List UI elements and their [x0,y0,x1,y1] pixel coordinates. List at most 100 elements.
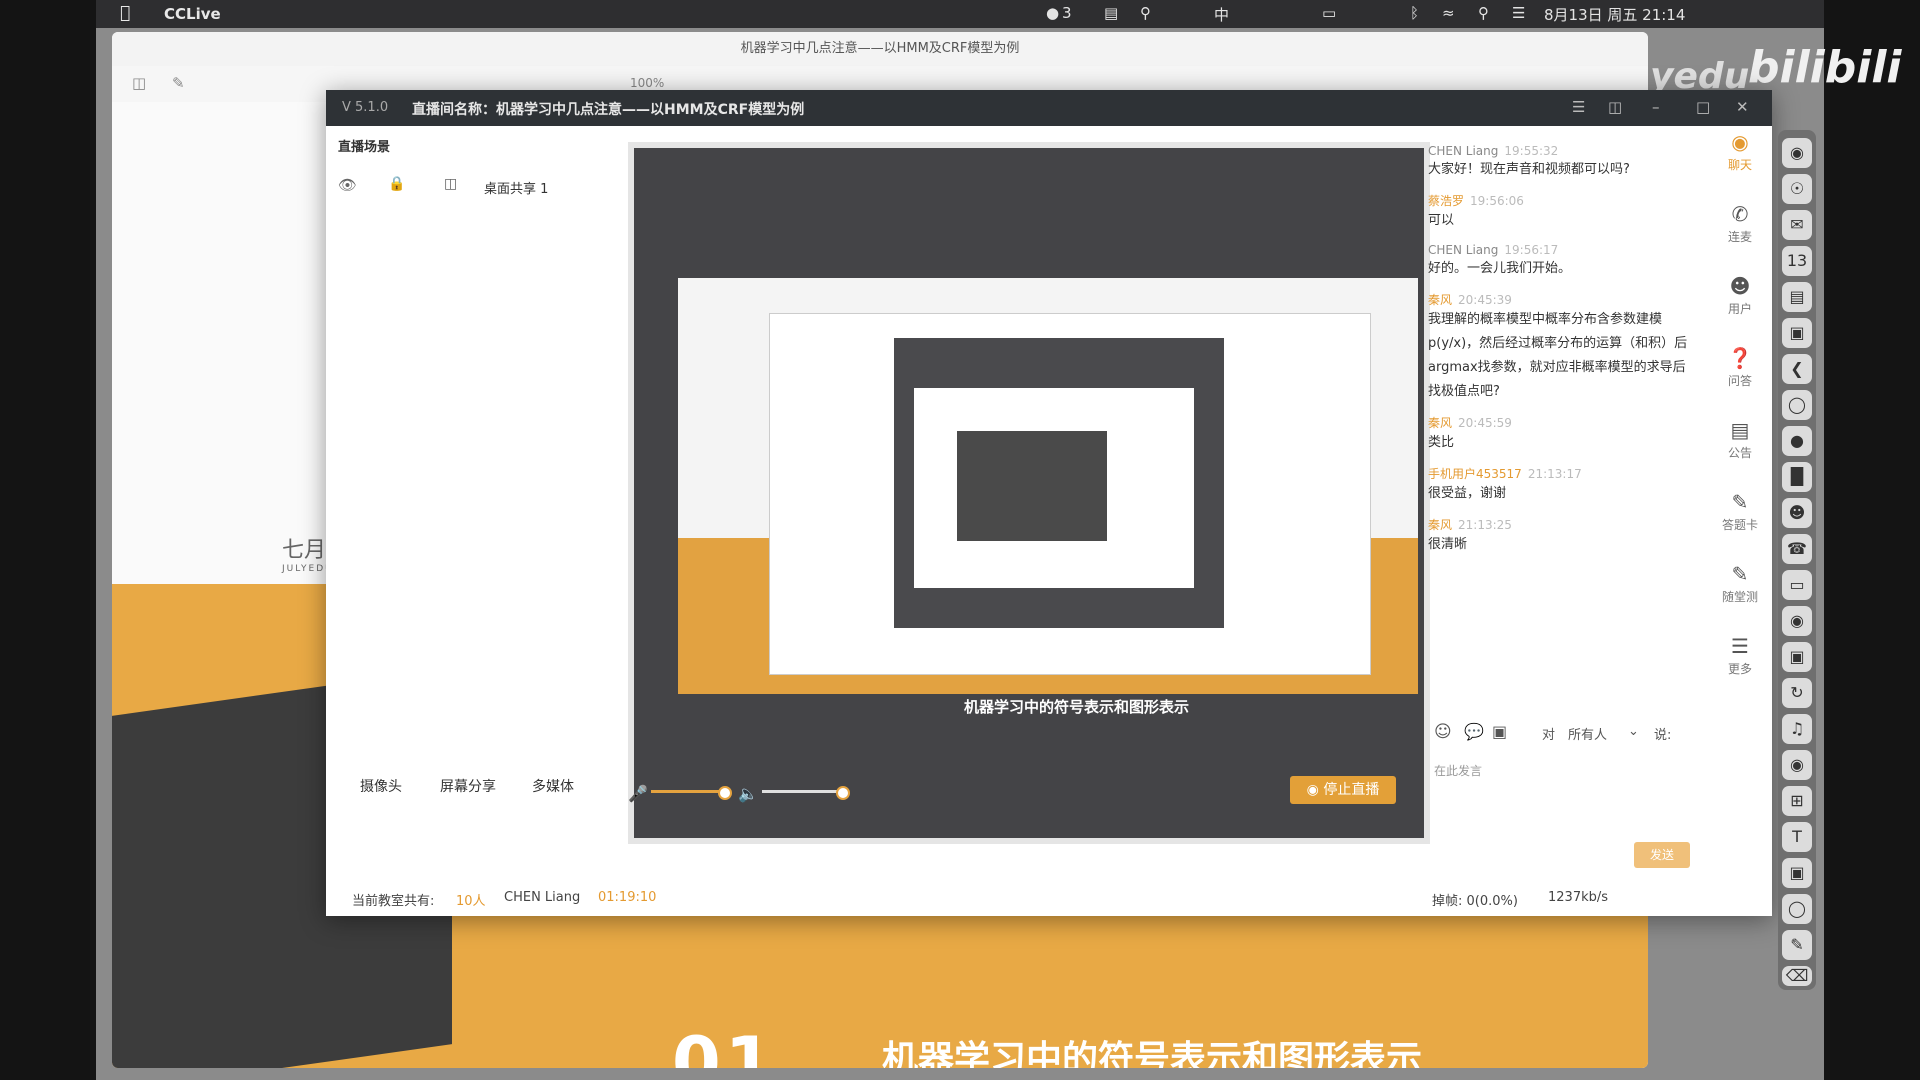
app-name[interactable]: CCLive [164,5,221,23]
chat-author: 蔡浩罗 [1428,194,1465,208]
cclive-icon[interactable]: ◉ [1782,606,1812,636]
zoom-level[interactable]: 100% [630,76,664,90]
spotlight-icon[interactable]: ⚲ [1478,4,1489,22]
recipient-select[interactable]: 所有人 [1568,724,1607,743]
tab-label: 随堂测 [1721,590,1758,604]
search-icon[interactable]: ⚲ [1140,4,1151,22]
slide-number: 01 [672,1022,778,1068]
speaker-icon[interactable]: 🔈 [738,784,758,803]
preview-recursive [954,428,1110,544]
trash-icon[interactable]: ⌫ [1782,966,1812,986]
tab-label: 连麦 [1727,230,1752,244]
room-title: 直播间名称：机器学习中几点注意——以HMM及CRF模型为例 [412,102,805,118]
tab-users[interactable]: ☻ 用户 [1710,274,1770,317]
chat-author: 秦风 [1428,518,1453,532]
image-icon[interactable]: ▣ [1492,722,1507,741]
watermark-bilibili: bilibili [1748,42,1902,93]
tab-more[interactable]: ☰ 更多 [1710,634,1770,677]
screen-share-button[interactable]: 屏幕分享 [440,776,496,796]
preview-slide-title: 机器学习中的符号表示和图形表示 [964,698,1190,716]
close-icon[interactable]: ✕ [1736,98,1749,116]
tab-chat[interactable]: ◉ 聊天 [1710,130,1770,173]
sync-icon[interactable]: ↻ [1782,678,1812,708]
network-icon[interactable]: ⊞ [1782,786,1812,816]
drive-icon[interactable]: ◯ [1782,894,1812,924]
stop-live-button[interactable]: ◉ 停止直播 [1290,776,1396,804]
mail-icon[interactable]: ✉ [1782,210,1812,240]
folder-icon[interactable]: ▣ [1782,858,1812,888]
preview-icon[interactable]: ▣ [1782,318,1812,348]
speaker-volume-knob[interactable] [836,786,850,800]
popout-icon[interactable]: ◫ [1608,98,1622,116]
clock-text[interactable]: 8月13日 周五 21:14 [1544,4,1685,25]
tab-connect[interactable]: ✆ 连麦 [1710,202,1770,245]
stop-live-label: 停止直播 [1323,782,1380,798]
finder-icon[interactable]: ◉ [1782,138,1812,168]
tab-qa[interactable]: ❓ 问答 [1710,346,1770,389]
maximize-icon[interactable]: □ [1696,98,1710,116]
edit-icon[interactable]: ✎ [172,74,185,92]
online-label: 当前教室共有: [352,894,435,909]
listen-icon[interactable]: ♫ [1782,714,1812,744]
tab-answer-card[interactable]: ✎ 答题卡 [1710,490,1770,533]
side-tabs: ◉ 聊天 ✆ 连麦 ☻ 用户 ❓ 问答 ▤ 公告 ✎ 答题卡 ✎ 随堂测 ☰ 更多 [1710,130,1770,890]
calendar-icon[interactable]: 13 [1782,246,1812,276]
keyboard-icon[interactable]: ▤ [1104,4,1118,22]
chat-input[interactable]: 在此发言 [1434,762,1482,779]
chat-icon: ◉ [1731,130,1749,154]
window-icon[interactable]: ▣ [1782,642,1812,672]
wechat-icon[interactable]: ☎ [1782,534,1812,564]
notes-icon[interactable]: ▤ [1782,282,1812,312]
chat-message: 秦风 20:45:39 我理解的概率模型中概率分布含参数建模p(y/x)，然后经过… [1428,291,1698,404]
mic-volume-knob[interactable] [718,786,732,800]
vscode-icon[interactable]: ❮ [1782,354,1812,384]
bluetooth-icon[interactable]: ᛒ [1410,4,1419,22]
question-icon: ❓ [1727,346,1753,370]
control-center-icon[interactable]: ☰ [1512,4,1525,22]
tab-notice[interactable]: ▤ 公告 [1710,418,1770,461]
answer-card-icon: ✎ [1731,490,1749,514]
eye-icon[interactable]: 👁 [338,176,357,194]
chat-message: 手机用户453517 21:13:17 很受益，谢谢 [1428,465,1698,506]
tab-label: 用户 [1727,302,1752,316]
app-icon[interactable]: ● [1782,426,1812,456]
minimize-icon[interactable]: – [1652,98,1660,116]
pen-icon[interactable]: ✎ [1782,930,1812,960]
chat-text: 可以 [1428,213,1455,228]
send-button[interactable]: 发送 [1634,842,1690,868]
wifi-icon[interactable]: ≈ [1442,4,1455,22]
speaker-volume-slider[interactable] [762,790,840,793]
frame-drop: 掉帧: 0(0.0%) [1432,894,1518,909]
camera-button[interactable]: 摄像头 [360,776,402,796]
chat-message: CHEN Liang 19:56:17 好的。一会儿我们开始。 [1428,243,1698,281]
lock-icon[interactable]: 🔒 [388,176,405,192]
chrome-icon[interactable]: ☉ [1782,174,1812,204]
qq-icon[interactable]: ☻ [1782,498,1812,528]
input-method-icon[interactable]: 中 [1214,4,1229,25]
emoji-icon[interactable]: ☺ [1434,722,1452,742]
chat-message: 秦风 20:45:59 类比 [1428,414,1698,455]
chat-time: 20:45:39 [1458,293,1512,307]
mic-volume-slider[interactable] [651,790,721,793]
apple-icon[interactable]:  [120,3,130,23]
github-icon[interactable]: ◉ [1782,750,1812,780]
typora-icon[interactable]: T [1782,822,1812,852]
chat-toolbar: ☺ 💬 ▣ 对 所有人 ⌄ 说: [1428,720,1698,750]
scene-item[interactable]: 👁 🔒 ◫ 桌面共享 1 [338,176,588,202]
display-icon[interactable]: ▭ [1322,4,1336,22]
chevron-down-icon[interactable]: ⌄ [1628,724,1639,739]
tab-quiz[interactable]: ✎ 随堂测 [1710,562,1770,605]
terminal-icon[interactable]: █ [1782,462,1812,492]
status-bar: 当前教室共有: 10人 CHEN Liang 01:19:10 掉帧: 0(0.… [326,890,1772,912]
dock: ◉ ☉ ✉ 13 ▤ ▣ ❮ ◯ ● █ ☻ ☎ ▭ ◉ ▣ ↻ ♫ ◉ ⊞ T… [1778,130,1816,990]
bell-icon[interactable]: ● [1046,4,1059,22]
to-label: 对 [1542,728,1556,743]
microphone-icon[interactable]: 🎤 [628,784,648,803]
menu-icon[interactable]: ☰ [1572,98,1585,116]
multimedia-button[interactable]: 多媒体 [532,776,574,796]
sidebar-toggle-icon[interactable]: ◫ [132,74,146,92]
speech-bubble-icon[interactable]: 💬 [1464,722,1484,741]
screen-icon[interactable]: ▭ [1782,570,1812,600]
obs-icon[interactable]: ◯ [1782,390,1812,420]
chat-author: CHEN Liang [1428,243,1499,257]
